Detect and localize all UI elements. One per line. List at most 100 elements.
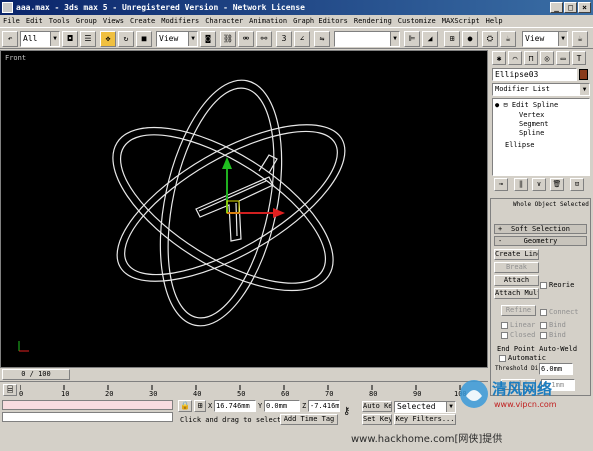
stack-item-segment[interactable]: Segment [519, 120, 549, 128]
menu-animation[interactable]: Animation [249, 17, 287, 25]
render-scene-icon[interactable]: ⛭ [482, 31, 498, 47]
selection-lock-icon[interactable]: 🔒 [178, 400, 192, 412]
menu-maxscript[interactable]: MAXScript [442, 17, 480, 25]
automatic-checkbox[interactable]: Automatic [499, 354, 546, 362]
selection-filter-dropdown[interactable]: All ▼ [20, 31, 60, 47]
key-selection-dropdown[interactable]: Selected ▼ [394, 401, 456, 413]
maximize-icon[interactable]: □ [564, 2, 577, 13]
refine-button[interactable]: Refine [501, 305, 536, 316]
quick-render-icon[interactable]: ☕ [500, 31, 516, 47]
create-tab-icon[interactable]: ✱ [492, 51, 506, 65]
menu-customize[interactable]: Customize [398, 17, 436, 25]
menu-help[interactable]: Help [486, 17, 503, 25]
configure-modifier-sets-icon[interactable]: ⊡ [570, 178, 584, 191]
material-editor-icon[interactable]: ● [462, 31, 478, 47]
key-filters-button[interactable]: Key Filters... [394, 414, 456, 425]
menu-rendering[interactable]: Rendering [354, 17, 392, 25]
remove-modifier-icon[interactable]: 🗑 [550, 178, 564, 191]
select-and-link-icon[interactable]: ⛓ [220, 31, 236, 47]
linear-checkbox[interactable]: Linear [501, 321, 535, 329]
watermark-logo: 清风网络 www.vipcn.com [458, 376, 593, 416]
select-by-name-icon[interactable]: ☰ [80, 31, 96, 47]
time-slider-thumb[interactable]: 0 / 100 [2, 369, 70, 380]
select-and-rotate-icon[interactable]: ↻ [118, 31, 134, 47]
x-coord-field[interactable]: 16.746mm [214, 400, 256, 412]
curve-editor-icon[interactable]: ◢ [422, 31, 438, 47]
maxscript-listener-mini[interactable] [2, 400, 173, 410]
select-object-icon[interactable]: ◘ [62, 31, 78, 47]
attach-button[interactable]: Attach [494, 275, 539, 286]
stack-item-edit-spline[interactable]: ● ⊟ Edit Spline [495, 101, 558, 109]
maxscript-input-mini[interactable] [2, 412, 173, 422]
angle-snap-icon[interactable]: ∠ [294, 31, 310, 47]
geometry-rollout[interactable]: - Geometry [494, 236, 587, 246]
utilities-tab-icon[interactable]: T [572, 51, 586, 65]
stack-item-spline[interactable]: Spline [519, 129, 544, 137]
open-mini-curve-editor-icon[interactable]: ⌸ [3, 384, 17, 396]
object-name-field[interactable]: Ellipse03 [492, 68, 577, 81]
schematic-view-icon[interactable]: ⊞ [444, 31, 460, 47]
menu-modifiers[interactable]: Modifiers [161, 17, 199, 25]
modifier-stack[interactable]: ● ⊟ Edit Spline Vertex Segment Spline El… [492, 98, 590, 176]
bind-last-checkbox[interactable]: Bind [540, 331, 566, 339]
object-color-swatch[interactable] [579, 69, 588, 80]
menu-group[interactable]: Group [76, 17, 97, 25]
auto-key-button[interactable]: Auto Key [362, 401, 392, 412]
z-coord-field[interactable]: -7.416m [308, 400, 340, 412]
pivot-center-icon[interactable]: ◙ [200, 31, 216, 47]
render-last-icon[interactable]: ☕ [572, 31, 588, 47]
create-line-button[interactable]: Create Line [494, 249, 539, 260]
track-bar[interactable]: ⌸ 0 10 20 30 40 50 60 70 80 90 100 [0, 381, 488, 398]
align-icon[interactable]: ⊫ [404, 31, 420, 47]
menu-character[interactable]: Character [205, 17, 243, 25]
mirror-icon[interactable]: ⇋ [314, 31, 330, 47]
motion-tab-icon[interactable]: ◎ [540, 51, 554, 65]
hierarchy-tab-icon[interactable]: ⊓ [524, 51, 538, 65]
select-and-scale-icon[interactable]: ■ [136, 31, 152, 47]
add-time-tag-button[interactable]: Add Time Tag [280, 414, 338, 425]
menu-graph-editors[interactable]: Graph Editors [293, 17, 348, 25]
close-icon[interactable]: × [578, 2, 591, 13]
viewport-label[interactable]: Front [5, 54, 26, 62]
attach-mult-button[interactable]: Attach Mult [494, 288, 539, 299]
show-end-result-icon[interactable]: ‖ [514, 178, 528, 191]
minimize-icon[interactable]: _ [550, 2, 563, 13]
rollout-panel[interactable]: Whole Object Selected + Soft Selection - G… [490, 198, 591, 396]
checkbox-box [540, 281, 547, 289]
break-button[interactable]: Break [494, 262, 539, 273]
threshold-dist-field[interactable]: 6.0mm [539, 363, 573, 375]
render-type-dropdown[interactable]: View ▼ [522, 31, 568, 47]
select-and-move-icon[interactable]: ✥ [100, 31, 116, 47]
y-coord-field[interactable]: 0.0mm [264, 400, 300, 412]
bind-first-checkbox[interactable]: Bind [540, 321, 566, 329]
modifier-list-dropdown[interactable]: Modifier List ▼ [492, 83, 590, 96]
modify-tab-icon[interactable]: ⌒ [508, 51, 522, 65]
unlink-icon[interactable]: ⚮ [238, 31, 254, 47]
key-icon[interactable]: ⚷ [343, 406, 350, 417]
reference-coord-dropdown[interactable]: View ▼ [156, 31, 198, 47]
soft-selection-rollout[interactable]: + Soft Selection [494, 224, 587, 234]
menu-tools[interactable]: Tools [49, 17, 70, 25]
pin-stack-icon[interactable]: ⊸ [494, 178, 508, 191]
menu-file[interactable]: File [3, 17, 20, 25]
connect-checkbox[interactable]: Connect [540, 308, 579, 316]
undo-icon[interactable]: ↶ [2, 31, 18, 47]
set-key-button[interactable]: Set Key [362, 414, 392, 425]
checkbox-label: Reorie [549, 281, 575, 289]
menu-create[interactable]: Create [130, 17, 155, 25]
named-selection-dropdown[interactable]: ▼ [334, 31, 400, 47]
menu-edit[interactable]: Edit [26, 17, 43, 25]
snap-toggle-icon[interactable]: 3 [276, 31, 292, 47]
absolute-mode-icon[interactable]: ⊞ [194, 400, 206, 412]
stack-item-vertex[interactable]: Vertex [519, 111, 544, 119]
reorient-checkbox[interactable]: Reorie [540, 281, 574, 289]
z-coord-label: Z [302, 402, 307, 410]
front-viewport[interactable]: Front [0, 50, 488, 368]
bind-space-warp-icon[interactable]: ⚯ [256, 31, 272, 47]
menu-views[interactable]: Views [103, 17, 124, 25]
make-unique-icon[interactable]: ∨ [532, 178, 546, 191]
time-slider[interactable]: 0 / 100 [0, 368, 488, 381]
stack-item-ellipse[interactable]: Ellipse [505, 141, 535, 149]
display-tab-icon[interactable]: ▭ [556, 51, 570, 65]
closed-checkbox[interactable]: Closed [501, 331, 535, 339]
